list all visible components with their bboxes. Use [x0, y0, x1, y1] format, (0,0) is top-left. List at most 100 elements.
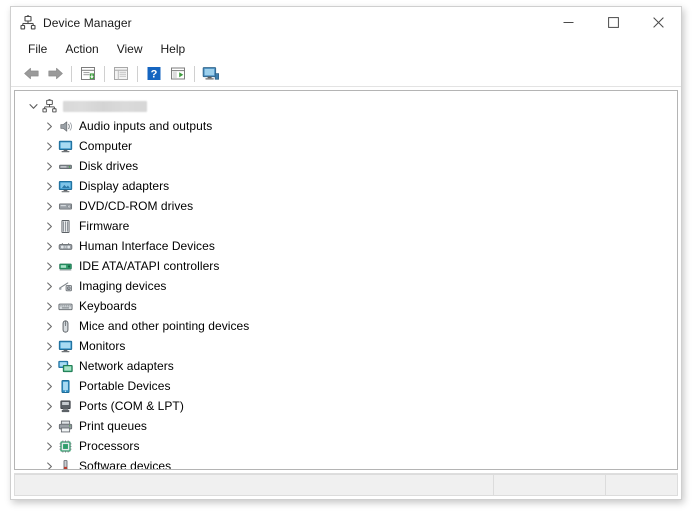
imaging-device-icon [57, 278, 74, 294]
scan-hardware-button[interactable] [166, 63, 190, 85]
tree-row[interactable]: Software devices [15, 456, 677, 470]
tree-item-label: IDE ATA/ATAPI controllers [79, 259, 220, 273]
tree-item-label: Mice and other pointing devices [79, 319, 250, 333]
tree-item-label: DVD/CD-ROM drives [79, 199, 194, 213]
minimize-button[interactable] [546, 7, 591, 38]
chevron-right-icon[interactable] [41, 318, 57, 334]
tree-row[interactable]: IDE ATA/ATAPI controllers [15, 256, 677, 276]
chevron-right-icon[interactable] [41, 138, 57, 154]
tree-item-label: Keyboards [79, 299, 137, 313]
monitor-icon [57, 338, 74, 354]
question-mark-icon: ? [147, 67, 161, 81]
printer-icon [57, 418, 74, 434]
title-bar: Device Manager [11, 7, 681, 38]
tree-item-label: Disk drives [79, 159, 139, 173]
display-adapter-icon [57, 178, 74, 194]
chevron-right-icon[interactable] [41, 278, 57, 294]
menu-help[interactable]: Help [152, 40, 195, 59]
tree-item-label: Audio inputs and outputs [79, 119, 213, 133]
menu-file[interactable]: File [19, 40, 56, 59]
chevron-right-icon[interactable] [41, 158, 57, 174]
chevron-right-icon[interactable] [41, 118, 57, 134]
ide-controller-icon [57, 258, 74, 274]
chevron-right-icon[interactable] [41, 178, 57, 194]
forward-button[interactable] [43, 63, 67, 85]
tree-row[interactable]: Processors [15, 436, 677, 456]
svg-text:?: ? [151, 69, 158, 81]
device-tree[interactable]: Audio inputs and outputs Computer Disk dri… [14, 90, 678, 470]
tree-item-label: Imaging devices [79, 279, 167, 293]
status-panel-2 [494, 474, 606, 496]
back-button[interactable] [19, 63, 43, 85]
firmware-icon [57, 218, 74, 234]
close-button[interactable] [636, 7, 681, 38]
screenshot-canvas: Device Manager File Action View Help ? A… [0, 0, 700, 520]
tree-row[interactable]: Ports (COM & LPT) [15, 396, 677, 416]
properties-icon [81, 67, 95, 80]
tree-item-label: Software devices [79, 459, 172, 470]
monitor-icon [202, 66, 219, 80]
menu-view[interactable]: View [108, 40, 152, 59]
tree-row[interactable]: Print queues [15, 416, 677, 436]
tree-item-label: Display adapters [79, 179, 170, 193]
tree-item-label: Processors [79, 439, 140, 453]
minimize-icon [563, 22, 574, 23]
help-button[interactable]: ? [142, 63, 166, 85]
toolbar-separator-3 [137, 65, 138, 82]
device-manager-icon [20, 14, 36, 31]
tree-row[interactable]: Human Interface Devices [15, 236, 677, 256]
tree-row[interactable]: Audio inputs and outputs [15, 116, 677, 136]
tree-item-label: Human Interface Devices [79, 239, 215, 253]
menu-action[interactable]: Action [56, 40, 107, 59]
processor-icon [57, 438, 74, 454]
tree-children: Audio inputs and outputs Computer Disk dri… [15, 116, 677, 470]
dvd-drive-icon [57, 198, 74, 214]
tree-row[interactable]: DVD/CD-ROM drives [15, 196, 677, 216]
tree-row-root[interactable] [15, 96, 677, 116]
right-arrow-icon [47, 67, 63, 80]
tree-item-label: Monitors [79, 339, 126, 353]
tree-row[interactable]: Network adapters [15, 356, 677, 376]
status-panel-main [14, 474, 494, 496]
tree-row[interactable]: Portable Devices [15, 376, 677, 396]
toolbar-separator-1 [71, 65, 72, 82]
software-device-icon [57, 458, 74, 469]
chevron-right-icon[interactable] [41, 378, 57, 394]
chevron-right-icon[interactable] [41, 298, 57, 314]
redacted-computer-name [63, 100, 147, 112]
title-bar-left: Device Manager [11, 14, 132, 31]
tree-item-label: Print queues [79, 419, 147, 433]
hid-icon [57, 238, 74, 254]
window-list-icon [114, 67, 128, 80]
chevron-right-icon[interactable] [41, 358, 57, 374]
maximize-button[interactable] [591, 7, 636, 38]
update-driver-button[interactable] [109, 63, 133, 85]
chevron-right-icon[interactable] [41, 458, 57, 469]
chevron-right-icon[interactable] [41, 198, 57, 214]
left-arrow-icon [23, 67, 39, 80]
chevron-down-icon[interactable] [25, 98, 41, 114]
tree-row[interactable]: Keyboards [15, 296, 677, 316]
tree-row[interactable]: Display adapters [15, 176, 677, 196]
tree-row[interactable]: Mice and other pointing devices [15, 316, 677, 336]
tree-row[interactable]: Monitors [15, 336, 677, 356]
tree-item-label: Computer [79, 139, 133, 153]
properties-button[interactable] [76, 63, 100, 85]
chevron-right-icon[interactable] [41, 438, 57, 454]
speaker-icon [57, 118, 74, 134]
chevron-right-icon[interactable] [41, 398, 57, 414]
monitor-icon [57, 138, 74, 154]
window-title: Device Manager [43, 15, 132, 30]
tree-item-label: Firmware [79, 219, 130, 233]
tree-row[interactable]: Disk drives [15, 156, 677, 176]
chevron-right-icon[interactable] [41, 238, 57, 254]
chevron-right-icon[interactable] [41, 338, 57, 354]
chevron-right-icon[interactable] [41, 258, 57, 274]
show-hidden-devices-button[interactable] [199, 63, 223, 85]
tree-row[interactable]: Imaging devices [15, 276, 677, 296]
chevron-right-icon[interactable] [41, 218, 57, 234]
toolbar: ? [11, 61, 681, 87]
tree-row[interactable]: Firmware [15, 216, 677, 236]
chevron-right-icon[interactable] [41, 418, 57, 434]
tree-row[interactable]: Computer [15, 136, 677, 156]
